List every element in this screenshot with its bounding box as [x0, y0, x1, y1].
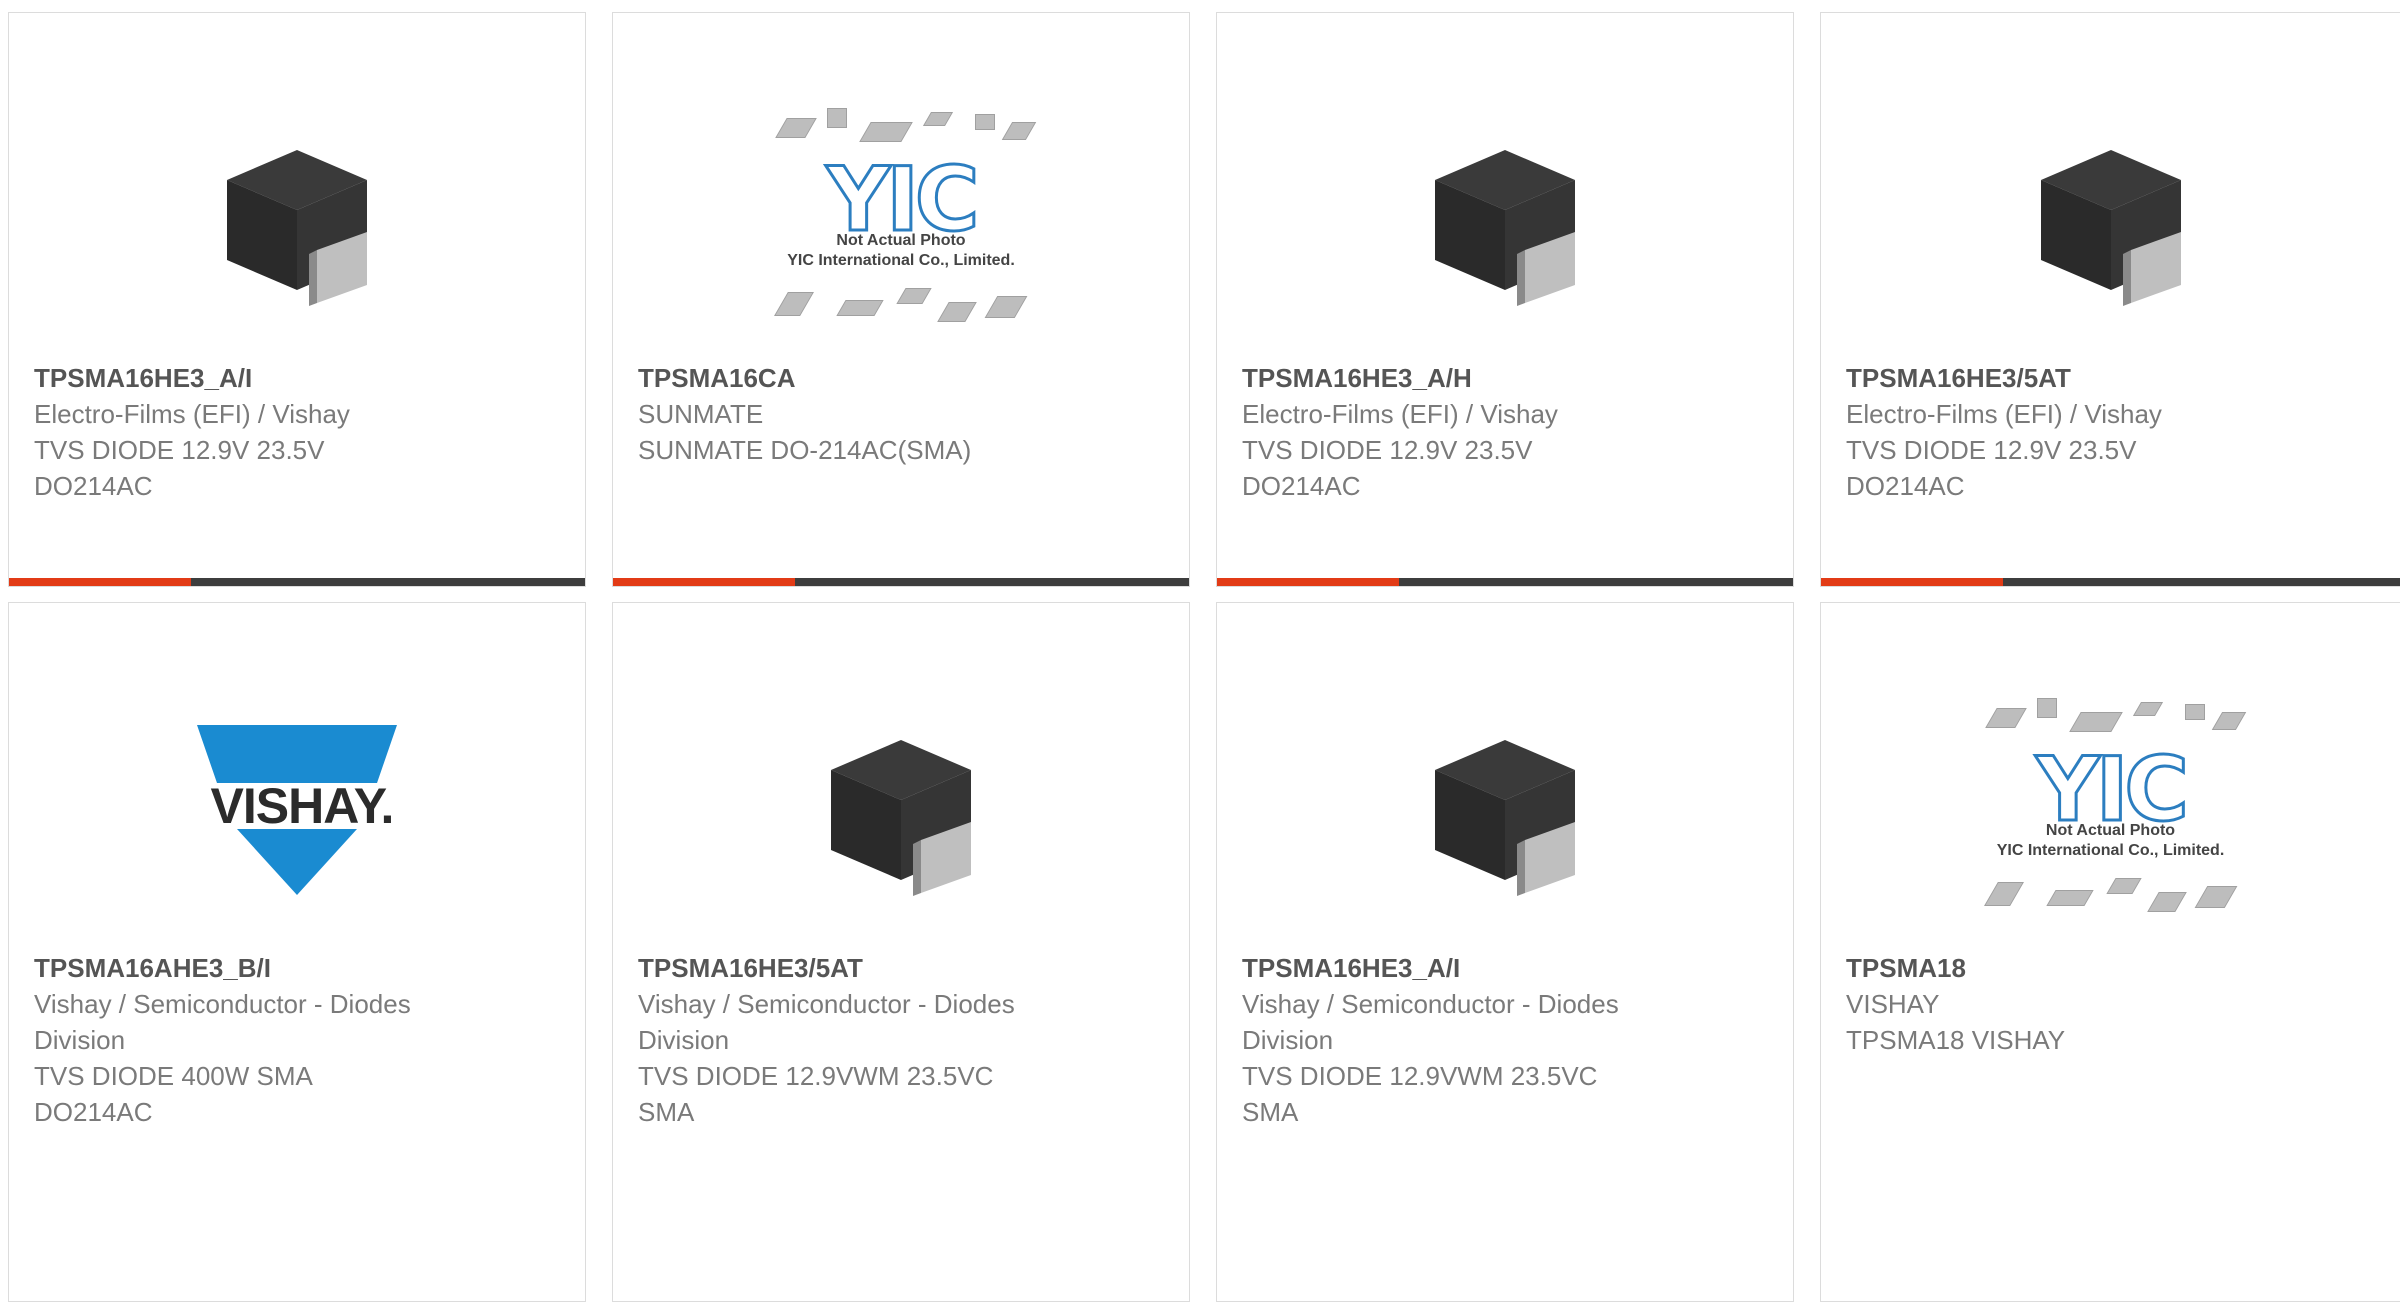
- product-manufacturer-cont: Division: [1242, 1025, 1334, 1055]
- part-number[interactable]: TPSMA16AHE3_B/I: [34, 950, 560, 986]
- product-grid: TPSMA16HE3_A/I Electro-Films (EFI) / Vish…: [0, 0, 2400, 1302]
- product-manufacturer: Electro-Films (EFI) / Vishay: [1242, 399, 1558, 429]
- product-manufacturer: Electro-Films (EFI) / Vishay: [1846, 399, 2162, 429]
- card-bottom-bar: [613, 578, 1189, 586]
- part-number[interactable]: TPSMA16HE3_A/H: [1242, 360, 1768, 396]
- product-manufacturer-cont: Division: [638, 1025, 730, 1055]
- product-image-diode: [613, 675, 1189, 945]
- diode-package-icon: [831, 740, 971, 896]
- card-bottom-bar: [9, 578, 585, 586]
- product-description: TVS DIODE 12.9VWM 23.5VC: [1242, 1061, 1598, 1091]
- product-manufacturer: Vishay / Semiconductor - Diodes: [1242, 989, 1619, 1019]
- product-description: TPSMA18 VISHAY: [1846, 1025, 2066, 1055]
- product-card[interactable]: YIC Not Actual Photo YIC International Co.…: [1820, 602, 2400, 1302]
- product-image-logo: VISHAY.: [9, 675, 585, 945]
- product-manufacturer: Vishay / Semiconductor - Diodes: [638, 989, 1015, 1019]
- product-manufacturer: Vishay / Semiconductor - Diodes: [34, 989, 411, 1019]
- part-number[interactable]: TPSMA16HE3/5AT: [638, 950, 1164, 986]
- card-accent-bar: [1821, 578, 2003, 586]
- diode-package-icon: [2040, 150, 2181, 306]
- product-manufacturer: SUNMATE: [638, 399, 764, 429]
- product-package: DO214AC: [34, 471, 153, 501]
- diode-package-icon: [1435, 150, 1575, 306]
- product-image-diode: [1821, 85, 2400, 355]
- part-number[interactable]: TPSMA18: [1846, 950, 2375, 986]
- card-accent-bar: [613, 578, 795, 586]
- diode-package-icon: [1435, 740, 1575, 896]
- product-card[interactable]: VISHAY. TPSMA16AHE3_B/I Vishay / Semicond…: [8, 602, 586, 1302]
- card-accent-bar: [1217, 578, 1399, 586]
- product-card[interactable]: TPSMA16HE3_A/H Electro-Films (EFI) / Vish…: [1216, 12, 1794, 587]
- placeholder-caption: Not Actual Photo: [836, 232, 966, 249]
- product-card[interactable]: YIC Not Actual Photo YIC International Co.…: [612, 12, 1190, 587]
- product-card[interactable]: TPSMA16HE3_A/I Vishay / Semiconductor - D…: [1216, 602, 1794, 1302]
- diode-package-icon: [227, 150, 367, 306]
- card-bottom-bar: [1821, 578, 2400, 586]
- product-image-placeholder: YIC Not Actual Photo YIC International Co.…: [1821, 675, 2400, 945]
- product-image-diode: [1217, 675, 1793, 945]
- product-package: SMA: [1242, 1097, 1299, 1127]
- product-card[interactable]: TPSMA16HE3/5AT Vishay / Semiconductor - D…: [612, 602, 1190, 1302]
- yic-placeholder-image: YIC Not Actual Photo YIC International Co.…: [761, 100, 1041, 340]
- product-package: DO214AC: [1242, 471, 1361, 501]
- yic-placeholder-image: YIC Not Actual Photo YIC International Co.…: [1971, 690, 2251, 930]
- card-bottom-bar: [1217, 578, 1793, 586]
- product-package: SMA: [638, 1097, 695, 1127]
- product-manufacturer: Electro-Films (EFI) / Vishay: [34, 399, 350, 429]
- part-number[interactable]: TPSMA16CA: [638, 360, 1164, 396]
- vishay-logo: VISHAY.: [197, 725, 397, 895]
- product-manufacturer: VISHAY: [1846, 989, 1940, 1019]
- placeholder-company: YIC International Co., Limited.: [787, 252, 1015, 269]
- product-package: DO214AC: [34, 1097, 153, 1127]
- part-number[interactable]: TPSMA16HE3_A/I: [1242, 950, 1768, 986]
- card-accent-bar: [9, 578, 191, 586]
- product-description: TVS DIODE 12.9VWM 23.5VC: [638, 1061, 994, 1091]
- product-manufacturer-cont: Division: [34, 1025, 126, 1055]
- product-image-diode: [9, 85, 585, 355]
- product-description: TVS DIODE 12.9V 23.5V: [1242, 435, 1533, 465]
- vishay-logo-text: VISHAY.: [210, 778, 395, 834]
- placeholder-caption: Not Actual Photo: [2045, 822, 2176, 839]
- part-number[interactable]: TPSMA16HE3_A/I: [34, 360, 560, 396]
- product-description: TVS DIODE 12.9V 23.5V: [34, 435, 325, 465]
- product-image-diode: [1217, 85, 1793, 355]
- product-description: TVS DIODE 400W SMA: [34, 1061, 313, 1091]
- product-card[interactable]: TPSMA16HE3_A/I Electro-Films (EFI) / Vish…: [8, 12, 586, 587]
- product-description: TVS DIODE 12.9V 23.5V: [1846, 435, 2137, 465]
- product-card[interactable]: TPSMA16HE3/5AT Electro-Films (EFI) / Vish…: [1820, 12, 2400, 587]
- product-package: DO214AC: [1846, 471, 1965, 501]
- placeholder-company: YIC International Co., Limited.: [1996, 842, 2225, 859]
- product-image-placeholder: YIC Not Actual Photo YIC International Co.…: [613, 85, 1189, 355]
- part-number[interactable]: TPSMA16HE3/5AT: [1846, 360, 2375, 396]
- product-description: SUNMATE DO-214AC(SMA): [638, 435, 972, 465]
